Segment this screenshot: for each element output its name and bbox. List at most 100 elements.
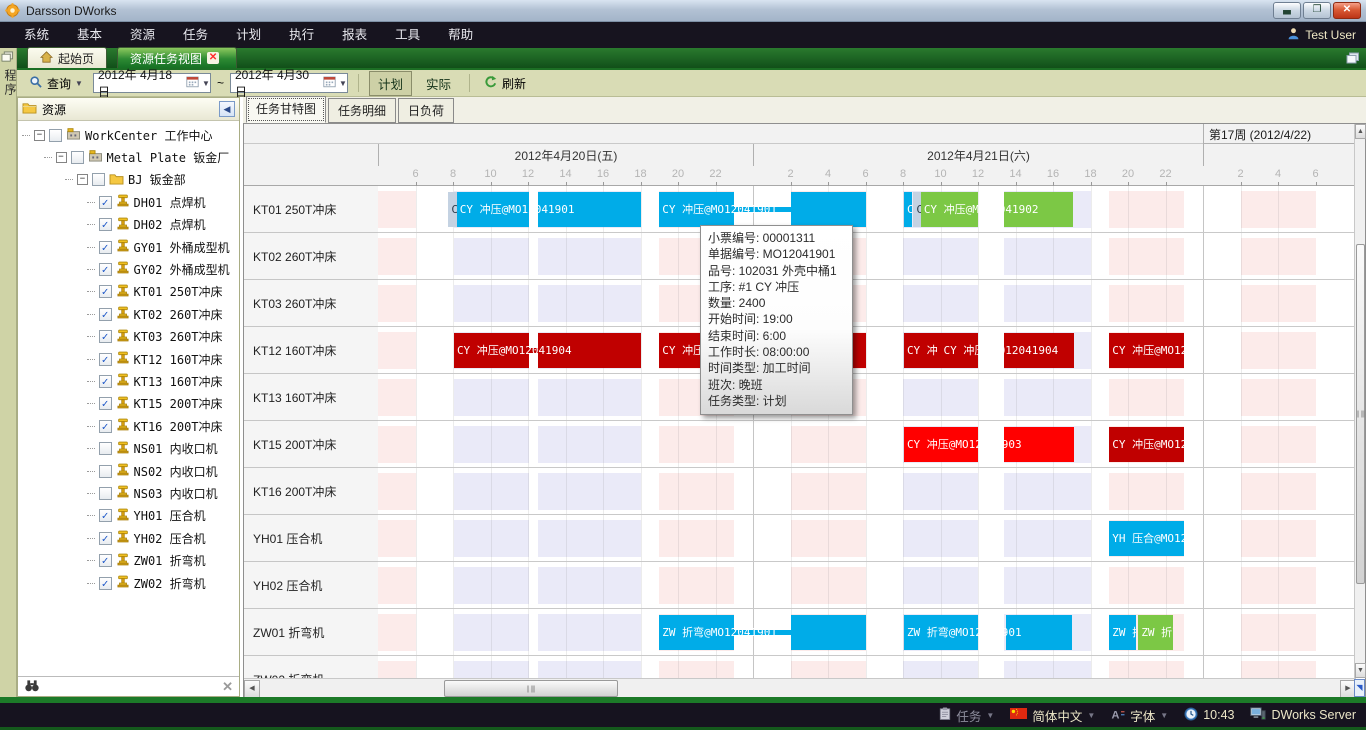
task-bar[interactable]: CY 冲压@MO12041904 — [454, 333, 641, 368]
menu-item-3[interactable]: 任务 — [169, 22, 222, 48]
tree-checkbox[interactable] — [92, 173, 105, 186]
tree-checkbox[interactable]: ✓ — [99, 308, 112, 321]
task-bar[interactable]: CY 冲压@MO12041901 — [659, 192, 865, 227]
tree-node-YH02[interactable]: ✓YH02 压合机 — [87, 527, 206, 549]
tree-checkbox[interactable]: ✓ — [99, 509, 112, 522]
tree-checkbox[interactable]: ✓ — [99, 353, 112, 366]
tree-node-GY01[interactable]: ✓GY01 外桶成型机 — [87, 236, 230, 258]
task-bar[interactable]: C — [904, 192, 912, 227]
tree-node-KT03[interactable]: ✓KT03 260T冲床 — [87, 326, 223, 348]
panel-close-icon[interactable]: ✕ — [222, 679, 233, 695]
tree-checkbox[interactable]: ✓ — [99, 263, 112, 276]
menu-item-0[interactable]: 系统 — [10, 22, 63, 48]
tree-node-DH01[interactable]: ✓DH01 点焊机 — [87, 191, 206, 213]
menu-item-7[interactable]: 工具 — [381, 22, 434, 48]
tree-checkbox[interactable] — [99, 487, 112, 500]
menu-item-1[interactable]: 基本 — [63, 22, 116, 48]
tree-node-KT13[interactable]: ✓KT13 160T冲床 — [87, 370, 223, 392]
tree-checkbox[interactable]: ✓ — [99, 218, 112, 231]
tree-node-KT01[interactable]: ✓KT01 250T冲床 — [87, 281, 223, 303]
refresh-button[interactable]: 刷新 — [480, 75, 530, 92]
task-bar[interactable]: CY 冲 — [904, 333, 941, 368]
tab-strip-windows-icon[interactable] — [1346, 52, 1360, 68]
tree-expand-icon[interactable]: − — [34, 130, 45, 141]
tree-node-NS02[interactable]: NS02 内收口机 — [87, 460, 218, 482]
close-button[interactable]: ✕ — [1333, 2, 1361, 19]
tree-checkbox[interactable]: ✓ — [99, 532, 112, 545]
tree-checkbox[interactable]: ✓ — [99, 241, 112, 254]
task-bar[interactable]: C — [448, 192, 456, 227]
view-tab-1[interactable]: 任务明细 — [328, 98, 396, 123]
tree-node-NS01[interactable]: NS01 内收口机 — [87, 438, 218, 460]
scroll-up-button[interactable]: ▲ — [1355, 124, 1366, 139]
tree-checkbox[interactable]: ✓ — [99, 554, 112, 567]
task-bar[interactable]: CY 冲压@MO12041903 — [1109, 427, 1184, 462]
tree-checkbox[interactable] — [99, 465, 112, 478]
view-tab-0[interactable]: 任务甘特图 — [246, 96, 326, 123]
tree-node-GY02[interactable]: ✓GY02 外桶成型机 — [87, 258, 230, 280]
user-menu[interactable]: Test User — [1287, 27, 1356, 43]
menu-item-8[interactable]: 帮助 — [434, 22, 487, 48]
tree-checkbox[interactable]: ✓ — [99, 420, 112, 433]
windows-stack-icon[interactable] — [1, 51, 15, 66]
task-bar[interactable]: ZW 折弯@MO12041902 — [1138, 615, 1173, 650]
tree-checkbox[interactable] — [71, 151, 84, 164]
tree-checkbox[interactable] — [49, 129, 62, 142]
view-tab-2[interactable]: 日负荷 — [398, 98, 454, 123]
tree-checkbox[interactable]: ✓ — [99, 285, 112, 298]
task-bar[interactable]: CY 冲压@MO12041903 — [904, 427, 1074, 462]
tree-node-YH01[interactable]: ✓YH01 压合机 — [87, 505, 206, 527]
tree-node-Metal[interactable]: −Metal Plate 钣金厂 — [44, 146, 230, 168]
horizontal-scroll-thumb[interactable] — [444, 680, 618, 697]
task-bar[interactable]: CY 冲压@MO12041902 — [921, 192, 1073, 227]
tree-checkbox[interactable]: ✓ — [99, 397, 112, 410]
task-bar[interactable]: C — [913, 192, 921, 227]
task-bar[interactable]: YH 压合@MO12041901 — [1109, 521, 1184, 556]
tree-checkbox[interactable]: ✓ — [99, 375, 112, 388]
task-bar[interactable]: CY 冲压@MO12041904 — [1109, 333, 1184, 368]
menu-item-2[interactable]: 资源 — [116, 22, 169, 48]
task-bar[interactable]: ZW 折弯@MO12041901 — [659, 615, 865, 650]
vertical-scrollbar[interactable]: ▲▼ — [1354, 124, 1365, 678]
task-bar[interactable]: ZW 折弯@MO12041901 — [904, 615, 1072, 650]
tree-node-ZW01[interactable]: ✓ZW01 折弯机 — [87, 550, 206, 572]
tree-checkbox[interactable]: ✓ — [99, 330, 112, 343]
date-to-field[interactable]: 2012年 4月30日 ▼ — [230, 73, 348, 93]
task-bar[interactable]: CY 冲压@MO12041901 — [457, 192, 641, 227]
tab-close-icon[interactable]: ✕ — [207, 52, 219, 64]
binoculars-icon[interactable] — [24, 679, 40, 695]
tree-node-KT15[interactable]: ✓KT15 200T冲床 — [87, 393, 223, 415]
status-item-3[interactable]: 10:43 — [1184, 707, 1234, 724]
menu-item-5[interactable]: 执行 — [275, 22, 328, 48]
tree-expand-icon[interactable]: − — [56, 152, 67, 163]
tree-node-KT12[interactable]: ✓KT12 160T冲床 — [87, 348, 223, 370]
scroll-down-button[interactable]: ▼ — [1355, 663, 1366, 678]
tree-node-DH02[interactable]: ✓DH02 点焊机 — [87, 214, 206, 236]
tree-node-BJ[interactable]: −BJ 钣金部 — [65, 169, 186, 191]
panel-collapse-button[interactable]: ◀ — [219, 101, 235, 117]
scroll-corner-button[interactable]: ◥ — [1354, 679, 1365, 697]
menu-item-4[interactable]: 计划 — [222, 22, 275, 48]
tree-checkbox[interactable]: ✓ — [99, 577, 112, 590]
tree-expand-icon[interactable]: − — [77, 174, 88, 185]
query-button[interactable]: 查询 ▼ — [25, 75, 87, 92]
plan-toggle-button[interactable]: 计划 — [369, 71, 412, 96]
restore-button[interactable]: ❐ — [1303, 2, 1331, 19]
vertical-scroll-thumb[interactable] — [1356, 244, 1365, 584]
task-bar[interactable]: ZW 折弯@MO12041901 — [1109, 615, 1136, 650]
tree-checkbox[interactable] — [99, 442, 112, 455]
tree-checkbox[interactable]: ✓ — [99, 196, 112, 209]
task-bar[interactable]: CY 冲压@MO12041904 — [941, 333, 1074, 368]
status-item-1[interactable]: 简体中文▼ — [1010, 706, 1095, 725]
status-item-0[interactable]: 任务▼ — [939, 706, 994, 725]
date-from-field[interactable]: 2012年 4月18日 ▼ — [93, 73, 211, 93]
tree-node-ZW02[interactable]: ✓ZW02 折弯机 — [87, 572, 206, 594]
minimize-button[interactable]: ▃ — [1273, 2, 1301, 19]
tree-node-KT16[interactable]: ✓KT16 200T冲床 — [87, 415, 223, 437]
status-item-2[interactable]: A字体▼ — [1111, 706, 1168, 725]
tree-node-NS03[interactable]: NS03 内收口机 — [87, 482, 218, 504]
actual-toggle-button[interactable]: 实际 — [418, 72, 459, 95]
tree-node-KT02[interactable]: ✓KT02 260T冲床 — [87, 303, 223, 325]
horizontal-scrollbar[interactable]: ◀▶ — [244, 678, 1356, 698]
tab-resource-task-view[interactable]: 资源任务视图 ✕ — [117, 47, 237, 68]
